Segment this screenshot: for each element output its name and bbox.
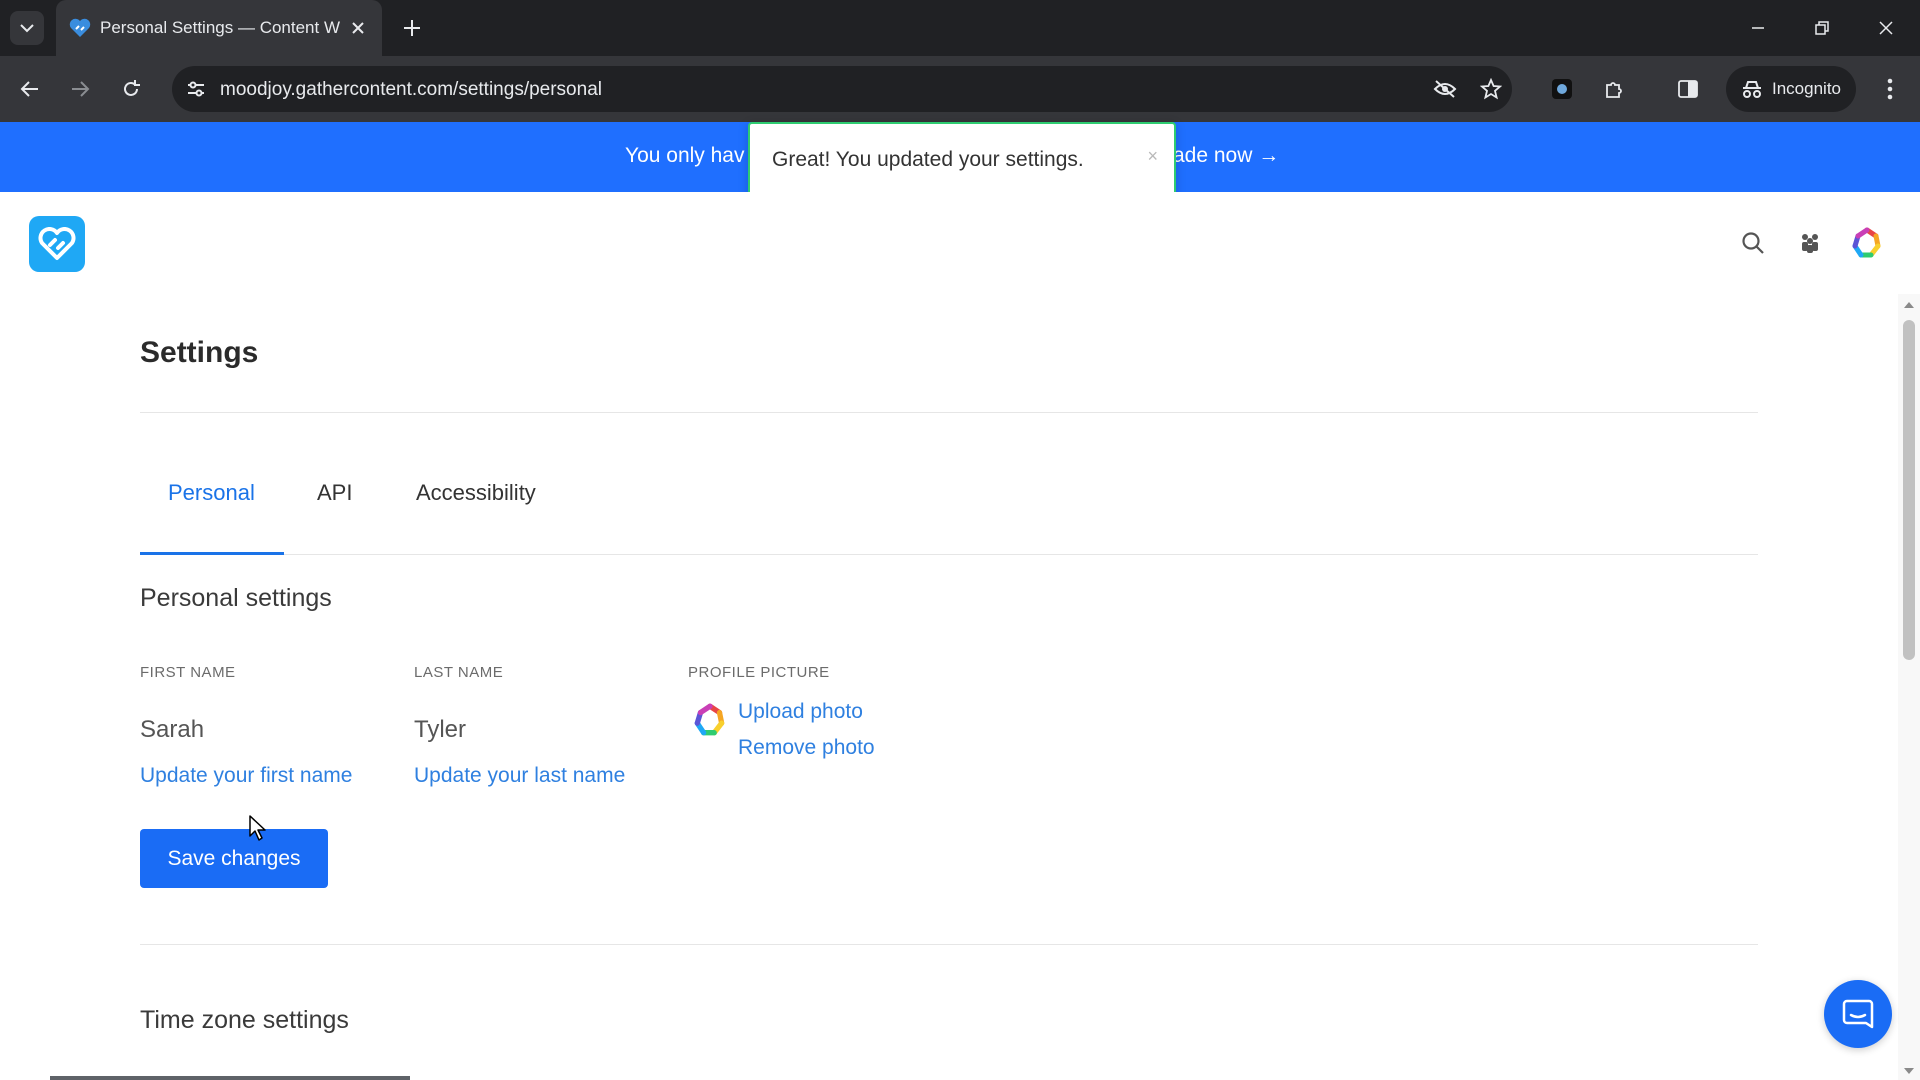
last-name-value: Tyler [414, 716, 467, 743]
scroll-down-arrow-icon[interactable] [1904, 1068, 1914, 1074]
new-tab-button[interactable] [396, 12, 428, 44]
tab-search-button[interactable] [10, 11, 44, 45]
last-name-label: LAST NAME [414, 664, 504, 681]
reload-icon [124, 80, 140, 96]
page-scrollbar[interactable] [1898, 294, 1920, 1080]
update-first-name-link[interactable]: Update your first name [140, 764, 352, 788]
arrow-left-icon [20, 81, 38, 97]
incognito-badge[interactable]: Incognito [1726, 66, 1856, 112]
section-divider [140, 944, 1758, 945]
tab-close-icon[interactable] [344, 14, 372, 42]
incognito-icon [1743, 81, 1761, 98]
time-zone-settings-heading: Time zone settings [140, 1006, 349, 1034]
profile-picture-label: PROFILE PICTURE [688, 664, 830, 681]
scroll-up-arrow-icon[interactable] [1904, 302, 1914, 308]
close-icon [1879, 21, 1893, 35]
gathercontent-favicon-icon [69, 18, 91, 37]
remove-photo-link[interactable]: Remove photo [738, 736, 875, 760]
bookmark-star-icon[interactable] [1476, 74, 1506, 104]
upload-photo-link[interactable]: Upload photo [738, 700, 863, 724]
browser-titlebar: Personal Settings — Content W [0, 0, 1920, 56]
tabs-divider [140, 554, 1758, 555]
address-bar[interactable]: moodjoy.gathercontent.com/settings/perso… [172, 66, 1512, 112]
side-panel-icon[interactable] [1670, 71, 1706, 107]
forward-button[interactable] [62, 71, 98, 107]
user-avatar[interactable] [1849, 225, 1885, 261]
extension-icon[interactable] [1544, 71, 1580, 107]
back-button[interactable] [12, 71, 48, 107]
kebab-menu-icon[interactable] [1872, 71, 1908, 107]
site-info-icon[interactable] [182, 75, 210, 103]
chevron-down-icon [20, 24, 34, 33]
settings-page: Settings Personal API Accessibility Pers… [0, 294, 1898, 1080]
minimize-icon [1752, 27, 1764, 29]
puzzle-icon[interactable] [1596, 71, 1632, 107]
success-toast: Great! You updated your settings. × [748, 122, 1176, 198]
chat-launcher-button[interactable] [1824, 980, 1892, 1048]
page-title: Settings [140, 336, 259, 369]
eye-off-icon[interactable] [1430, 74, 1460, 104]
update-last-name-link[interactable]: Update your last name [414, 764, 625, 788]
plus-icon [404, 20, 420, 36]
gathercontent-logo[interactable] [29, 216, 85, 272]
toast-message: Great! You updated your settings. [772, 148, 1084, 171]
active-tab-indicator [140, 552, 284, 555]
scrollbar-thumb[interactable] [1903, 320, 1915, 660]
mouse-cursor-icon [249, 815, 266, 841]
flower-avatar-icon [1852, 227, 1881, 258]
url-text[interactable]: moodjoy.gathercontent.com/settings/perso… [220, 79, 602, 101]
close-window-button[interactable] [1854, 0, 1918, 56]
restore-icon [1815, 21, 1829, 35]
arrow-right-icon [72, 81, 90, 97]
profile-picture-avatar [694, 703, 725, 736]
reload-button[interactable] [113, 71, 149, 107]
browser-toolbar: moodjoy.gathercontent.com/settings/perso… [0, 56, 1920, 122]
personal-settings-heading: Personal settings [140, 584, 332, 612]
chat-icon [1842, 999, 1874, 1029]
divider [140, 412, 1758, 413]
save-changes-button[interactable]: Save changes [140, 829, 328, 888]
tab-title: Personal Settings — Content W [100, 18, 340, 37]
restore-button[interactable] [1790, 0, 1854, 56]
taskbar-indicator [50, 1076, 410, 1080]
browser-tab-active[interactable]: Personal Settings — Content W [56, 0, 382, 56]
search-icon[interactable] [1735, 225, 1771, 261]
app-header [0, 192, 1920, 295]
toast-close-icon[interactable]: × [1147, 146, 1158, 167]
heart-logo-icon [38, 227, 76, 260]
team-icon[interactable] [1792, 225, 1828, 261]
tab-personal[interactable]: Personal [168, 480, 255, 506]
tab-api[interactable]: API [317, 480, 352, 506]
tab-accessibility[interactable]: Accessibility [416, 480, 536, 506]
banner-text-left: You only hav [625, 144, 745, 167]
incognito-label: Incognito [1772, 79, 1841, 98]
first-name-value: Sarah [140, 716, 205, 743]
first-name-label: FIRST NAME [140, 664, 236, 681]
minimize-button[interactable] [1726, 0, 1790, 56]
upgrade-now-link[interactable]: rade now → [1166, 144, 1279, 168]
